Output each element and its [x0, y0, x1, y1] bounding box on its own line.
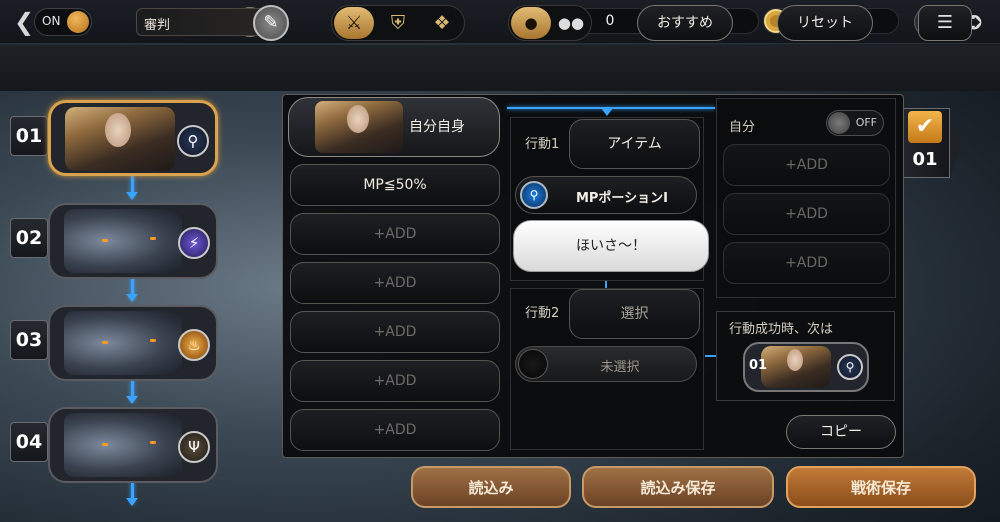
potion-icon: ⚲ [520, 181, 548, 209]
empty-slot-icon [518, 349, 548, 379]
chain-arrow [126, 294, 138, 302]
action1-item-name: MPポーションI [575, 191, 669, 206]
save-tactic-button[interactable]: 戦術保存 [786, 466, 976, 508]
action2-type-button[interactable]: 選択 [569, 289, 700, 339]
action1-type-button[interactable]: アイテム [569, 119, 700, 169]
condition-add-slot[interactable]: +ADD [290, 360, 500, 402]
action1-label: 行動1 [525, 137, 560, 152]
tactic-name-field[interactable]: 審判 ✎ [136, 5, 289, 41]
single-user-icon[interactable]: ● [511, 7, 551, 39]
tactic-number: 01 [10, 116, 48, 156]
group-users-icon[interactable]: ●● [551, 7, 591, 39]
chain-arrow [126, 498, 138, 506]
condition-slot[interactable]: MP≦50% [290, 164, 500, 206]
action2-item-name: 未選択 [600, 360, 640, 375]
hero-portrait [65, 107, 175, 171]
condition-add-slot[interactable]: +ADD [290, 213, 500, 255]
auto-toggle[interactable]: ON [34, 8, 92, 36]
copy-button[interactable]: コピー [786, 415, 896, 449]
toggle-label: ON [42, 14, 61, 28]
target-self-button[interactable]: 自分自身 [288, 97, 500, 157]
tactic-slot-02[interactable]: ⚡ [48, 203, 218, 279]
action2-item-select[interactable]: 未選択 [515, 346, 697, 382]
defense-mode-icon[interactable]: ⛨ [378, 7, 418, 39]
tactic-number: 02 [10, 218, 48, 258]
potion-icon: ⚲ [177, 125, 209, 157]
next-section-label: 行動成功時、次は [729, 322, 834, 337]
self-add-slot[interactable]: +ADD [723, 242, 890, 284]
checkmark-icon[interactable]: ✔ [908, 111, 942, 143]
enabled-tab[interactable]: ✔ 01 [904, 108, 950, 178]
party-selector: ● ●● [508, 5, 592, 41]
next-tactic-number: 01 [749, 358, 768, 373]
wolves-portrait [64, 413, 182, 477]
next-tactic-card[interactable]: 01 ⚲ [743, 342, 869, 392]
self-target-toggle[interactable]: OFF [826, 110, 884, 136]
tactic-number: 04 [10, 422, 48, 462]
mode-selector: ⚔ ⛨ ❖ [331, 5, 465, 41]
tactics-toolbar [0, 45, 1000, 91]
sliders-settings-icon[interactable]: ☰ [918, 5, 972, 41]
quill-pen-icon[interactable]: ✎ [253, 5, 289, 41]
chain-arrow [126, 396, 138, 404]
speech-bubble[interactable]: ほいさ～！ [513, 220, 709, 272]
condition-add-slot[interactable]: +ADD [290, 311, 500, 353]
chain-arrow [126, 192, 138, 200]
load-save-button[interactable]: 読込み保存 [582, 466, 774, 508]
hero-portrait [315, 101, 403, 153]
potion-icon: ⚲ [837, 354, 863, 380]
tactic-slot-04[interactable]: Ψ [48, 407, 218, 483]
recommend-button[interactable]: おすすめ [637, 5, 733, 41]
toggle-knob [67, 11, 89, 33]
wolves-portrait [64, 311, 182, 375]
tactic-slot-03[interactable]: ♨ [48, 305, 218, 381]
tactic-name-text: 審判 [144, 18, 171, 33]
support-mode-icon[interactable]: ❖ [422, 7, 462, 39]
self-section-label: 自分 [729, 120, 756, 135]
action2-label: 行動2 [525, 306, 560, 321]
condition-add-slot[interactable]: +ADD [290, 409, 500, 451]
reset-button[interactable]: リセット [777, 5, 873, 41]
toggle-label: OFF [855, 116, 877, 129]
claw-icon: ⚡ [178, 227, 210, 259]
tactic-number: 03 [10, 320, 48, 360]
attack-mode-icon[interactable]: ⚔ [334, 7, 374, 39]
wolves-portrait [64, 209, 182, 273]
hero-portrait [761, 346, 831, 388]
enabled-tab-number: 01 [912, 149, 938, 170]
flow-line [705, 355, 716, 357]
fire-icon: ♨ [178, 329, 210, 361]
tactic-slot-01[interactable]: ⚲ [48, 100, 218, 176]
target-label: 自分自身 [409, 119, 465, 135]
tab-pointer [950, 108, 962, 178]
load-button[interactable]: 読込み [411, 466, 571, 508]
flow-arrow [601, 108, 613, 116]
toggle-knob [828, 112, 850, 134]
self-add-slot[interactable]: +ADD [723, 193, 890, 235]
condition-add-slot[interactable]: +ADD [290, 262, 500, 304]
trident-icon: Ψ [178, 431, 210, 463]
self-add-slot[interactable]: +ADD [723, 144, 890, 186]
action1-item-select[interactable]: ⚲ MPポーションI [515, 176, 697, 214]
